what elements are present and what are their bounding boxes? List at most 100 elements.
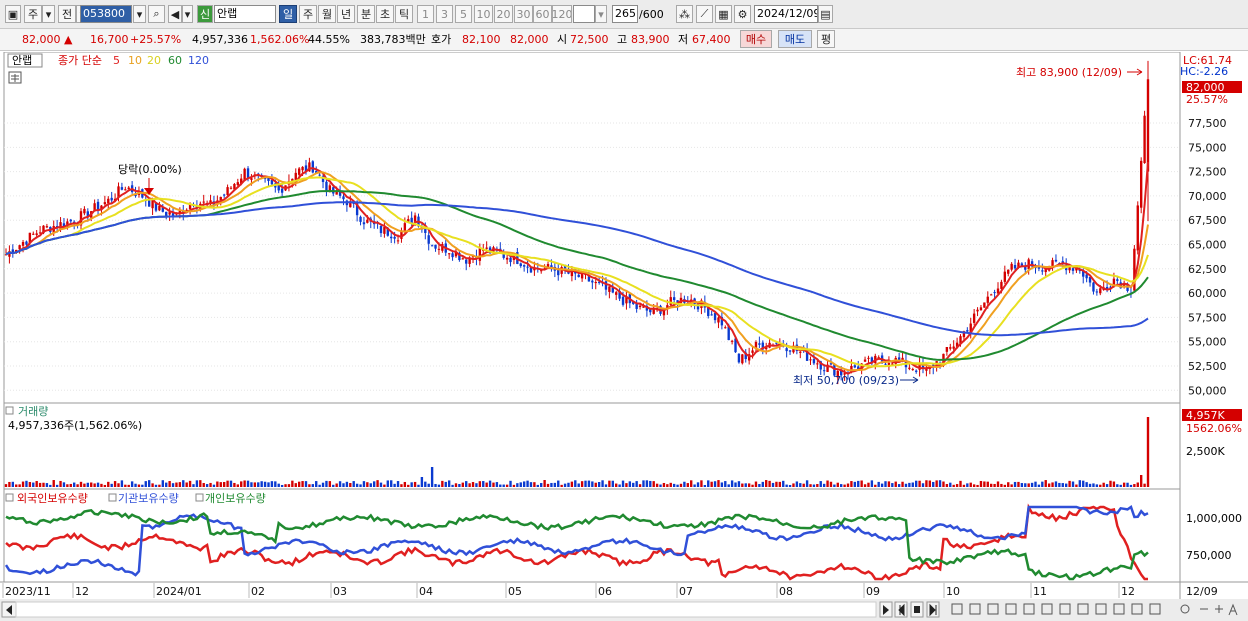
volume-bar — [1044, 480, 1047, 487]
volume-bar — [901, 481, 904, 487]
volume-bar — [966, 483, 969, 487]
volume-bar — [707, 480, 710, 487]
minute-3[interactable]: 3 — [436, 5, 453, 23]
price-value: 82,000 ▲ — [22, 33, 73, 46]
price-tick: 50,000 — [1188, 384, 1227, 397]
candle-body — [908, 367, 911, 369]
period-week[interactable]: 주 — [299, 5, 317, 23]
prev-button[interactable]: 전 — [58, 5, 76, 23]
chart-area[interactable]: 77,500 75,000 72,500 70,000 67,500 65,000 62,5… — [0, 52, 1248, 621]
price-tick: 70,000 — [1188, 190, 1227, 203]
period-second[interactable]: 초 — [376, 5, 394, 23]
stock-code-input[interactable]: 053800 — [80, 5, 132, 23]
volume-bar — [812, 484, 816, 487]
candle-body — [362, 222, 366, 225]
volume-bar — [471, 482, 475, 487]
candle-body — [1139, 160, 1143, 208]
volume-bar — [345, 481, 349, 487]
calendar-icon[interactable]: ▤ — [818, 5, 833, 23]
candle-body — [69, 219, 72, 222]
stock-name-field[interactable]: 안랩 — [214, 5, 276, 23]
volume-tag-text: 4,957K — [1186, 409, 1225, 422]
speaker-icon[interactable]: ◀ — [168, 5, 182, 23]
candle-body — [1041, 270, 1044, 272]
candle-body — [430, 245, 434, 247]
minute-1[interactable]: 1 — [417, 5, 434, 23]
volume-bar — [717, 480, 720, 487]
volume-bar — [376, 480, 379, 487]
gear-icon[interactable]: ⚙ — [734, 5, 751, 23]
volume-bar — [1099, 484, 1102, 487]
candle-body — [124, 189, 127, 191]
volume-bar — [683, 481, 686, 487]
search-icon[interactable]: ⌕ — [148, 5, 165, 23]
volume-bar — [642, 480, 645, 487]
minute-30[interactable]: 30 — [514, 5, 533, 23]
minute-120[interactable]: 120 — [552, 5, 572, 23]
volume-bar — [1010, 484, 1013, 487]
volume-bar — [672, 483, 676, 487]
stop-icon — [914, 606, 920, 613]
volume-bar — [209, 482, 212, 487]
grid-icon[interactable]: ▦ — [715, 5, 732, 23]
week-dropdown-icon[interactable]: ▾ — [42, 5, 55, 23]
volume-bar — [505, 484, 509, 487]
sell-button[interactable]: 매도 — [778, 30, 812, 48]
minute-20[interactable]: 20 — [494, 5, 513, 23]
speaker-dropdown-icon[interactable]: ▾ — [182, 5, 193, 23]
volume-bar — [59, 480, 62, 487]
minute-5[interactable]: 5 — [455, 5, 472, 23]
volume-bar — [328, 481, 332, 487]
layout-icon[interactable]: ▣ — [5, 5, 21, 23]
minute-dropdown-icon[interactable]: ▾ — [595, 5, 607, 23]
volume-bar — [601, 480, 604, 487]
volume-bar — [945, 484, 949, 487]
x-axis-label: 04 — [419, 585, 433, 598]
minute-60[interactable]: 60 — [533, 5, 552, 23]
volume-bar — [519, 482, 522, 487]
candle-body — [21, 242, 25, 246]
minute-10[interactable]: 10 — [474, 5, 493, 23]
volume-bar — [18, 484, 21, 487]
volume-bar — [690, 480, 693, 487]
avg-button[interactable]: 평 — [817, 30, 835, 48]
volume-bar — [1105, 484, 1109, 487]
holding-legend-institution: 기관보유수량 — [118, 492, 179, 505]
candle-body — [863, 359, 867, 362]
period-minute[interactable]: 분 — [357, 5, 375, 23]
code-dropdown-icon[interactable]: ▾ — [133, 5, 146, 23]
minute-custom-input[interactable] — [573, 5, 595, 23]
period-day[interactable]: 일 — [279, 5, 297, 23]
period-year[interactable]: 년 — [337, 5, 355, 23]
volume-bar — [1129, 484, 1133, 487]
candle-body — [724, 327, 727, 329]
candle-body — [976, 309, 979, 312]
volume-bar — [79, 481, 83, 487]
date-input[interactable]: 2024/12/09 — [754, 5, 818, 23]
period-month[interactable]: 월 — [318, 5, 336, 23]
candle-body — [202, 201, 205, 203]
candle-body — [107, 198, 110, 204]
candle-body — [1054, 259, 1058, 262]
buy-button[interactable]: 매수 — [740, 30, 772, 48]
low-label: 저 — [678, 33, 689, 46]
volume-value: 4,957,336 — [192, 33, 248, 46]
scrollbar-track[interactable] — [15, 601, 877, 618]
candle-body — [120, 187, 124, 190]
event-note: 당락(0.00%) — [118, 163, 182, 176]
volume-bar — [1075, 484, 1078, 487]
draw-tool-icon[interactable]: ⟋ — [696, 5, 713, 23]
volume-bar — [96, 482, 100, 487]
candle-type-icon[interactable]: ⁂ — [676, 5, 693, 23]
volume-bar — [618, 484, 621, 487]
volume-bar — [785, 484, 788, 487]
volume-bar — [935, 480, 938, 487]
volume-bar — [621, 480, 625, 487]
candle-body — [972, 313, 976, 323]
volume-bar — [932, 481, 935, 487]
week-button[interactable]: 주 — [24, 5, 42, 23]
volume-bar — [1095, 484, 1099, 487]
volume-bar — [857, 480, 860, 487]
count-input[interactable]: 265 — [612, 5, 638, 23]
period-tick[interactable]: 틱 — [395, 5, 413, 23]
